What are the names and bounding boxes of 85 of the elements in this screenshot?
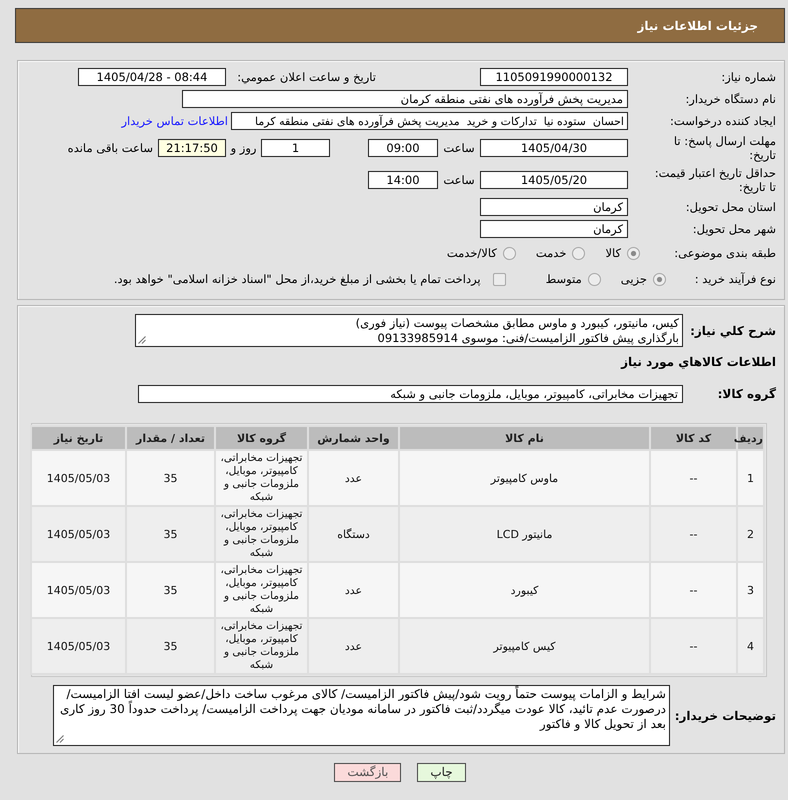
field-label: طبقه بندی موضوعی: (674, 246, 776, 260)
field-label: گروه کالا: (718, 387, 776, 401)
field-label: شرح کلي نیاز: (690, 324, 776, 338)
table-cell: 1405/05/03 (31, 450, 126, 506)
field-label: استان محل تحویل: (686, 200, 776, 214)
radio-button[interactable] (588, 272, 601, 286)
section-title: اطلاعات کالاهاي مورد نیاز (621, 355, 776, 369)
option-label: کالا/خدمت (446, 246, 497, 260)
option-label: کالا (605, 246, 621, 260)
date-field[interactable]: 1405/04/30 (480, 139, 628, 157)
table-cell: تجهیزات مخابراتی، کامپیوتر، موبایل، ملزومات جانبی و شبکه (215, 450, 308, 506)
page-title: جزئیات اطلاعات نیاز (637, 18, 758, 32)
option-label: متوسط (546, 272, 582, 286)
input-field[interactable]: احسان ستوده نیا تدارکات و خرید مدیریت پخش فرآورده های نفتی منطقه کرما (231, 112, 628, 130)
days-field[interactable]: 1 (261, 139, 330, 157)
days-label: روز و (230, 141, 256, 155)
field-label: نوع فرآیند خرید : (694, 272, 776, 286)
table-cell: 1405/05/03 (31, 562, 126, 618)
radio-button[interactable] (502, 246, 516, 260)
table-cell: 35 (126, 618, 215, 674)
table-cell: دستگاه (308, 506, 399, 562)
time-field[interactable]: 14:00 (368, 171, 438, 189)
table-cell: ماوس کامپیوتر (399, 450, 650, 506)
column-header: تاریخ نیاز (31, 426, 126, 450)
table-cell: -- (650, 506, 737, 562)
option-label: جزیی (620, 272, 647, 286)
table-cell: -- (650, 562, 737, 618)
table-cell: تجهیزات مخابراتی، کامپیوتر، موبایل، ملزومات جانبی و شبکه (215, 506, 308, 562)
remaining-time-field[interactable]: 21:17:50 (158, 139, 226, 157)
time-label: ساعت (443, 173, 475, 187)
table-cell: -- (650, 618, 737, 674)
input-field[interactable]: کرمان (480, 220, 628, 238)
column-header: نام کالا (399, 426, 650, 450)
column-header: تعداد / مقدار (126, 426, 215, 450)
field-label: حداقل تاریخ اعتبار قیمت: تا تاریخ: (654, 166, 776, 194)
column-header: واحد شمارش (308, 426, 399, 450)
field-label: تاریخ و ساعت اعلان عمومي: (237, 70, 376, 84)
field-label: شهر محل تحویل: (692, 222, 776, 236)
column-header: ردیف (737, 426, 764, 450)
table-cell: کیبورد (399, 562, 650, 618)
checkbox[interactable] (492, 272, 506, 286)
table-cell: -- (650, 450, 737, 506)
option-label: خدمت (536, 246, 566, 260)
radio-button[interactable] (653, 272, 666, 286)
table-cell: 1405/05/03 (31, 618, 126, 674)
table-cell: 35 (126, 450, 215, 506)
time-label: ساعت (443, 141, 475, 155)
date-field[interactable]: 1405/05/20 (480, 171, 628, 189)
table-cell: عدد (308, 618, 399, 674)
radio-button[interactable] (627, 246, 640, 260)
contact-link[interactable]: اطلاعات تماس خریدار (121, 114, 228, 128)
field-label: نام دستگاه خریدار: (685, 92, 776, 106)
table-cell: 1405/05/03 (31, 506, 126, 562)
remaining-label: ساعت باقی مانده (68, 141, 153, 155)
notes-field[interactable]: شرایط و الزامات پیوست حتماً رویت شود/پیش فاکتور الزامیست/ کالای مرغوب ساخت داخل/عضو لیست افتا الزامیست/ درصورت عدم تائید، کالا عودت میگردد/ثبت فاکتور در سامانه مودیان جهت پرداخت الزامیست/ پرداخت حدوداً 30 روز کاری بعد از تحویل کالا و فاکتور (53, 685, 670, 746)
table-cell: 3 (737, 562, 764, 618)
time-field[interactable]: 09:00 (368, 139, 438, 157)
column-header: گروه کالا (215, 426, 308, 450)
action-button[interactable]: بازگشت (334, 763, 402, 782)
table-cell: 2 (737, 506, 764, 562)
table-cell: 35 (126, 562, 215, 618)
table-cell: کیس کامپیوتر (399, 618, 650, 674)
input-field[interactable]: تجهیزات مخابراتی، کامپیوتر، موبایل، ملزومات جانبی و شبکه (138, 385, 683, 403)
resize-grip-icon[interactable] (138, 336, 146, 344)
table-cell: عدد (308, 450, 399, 506)
table-cell: 35 (126, 506, 215, 562)
table-cell: تجهیزات مخابراتی، کامپیوتر، موبایل، ملزومات جانبی و شبکه (215, 562, 308, 618)
table-cell: تجهیزات مخابراتی، کامپیوتر، موبایل، ملزومات جانبی و شبکه (215, 618, 308, 674)
input-field[interactable]: مدیریت پخش فرآورده های نفتی منطقه کرمان (182, 90, 628, 108)
input-field[interactable]: 1105091990000132 (480, 68, 628, 86)
resize-grip-icon[interactable] (56, 735, 64, 743)
table-cell: 1 (737, 450, 764, 506)
field-label: ایجاد کننده درخواست: (670, 114, 776, 128)
field-label: توضیحات خریدار: (674, 708, 776, 722)
table-cell: مانیتور LCD (399, 506, 650, 562)
checkbox-label: پرداخت تمام یا بخشی از مبلغ خرید،از محل "اسناد خزانه اسلامی" خواهد بود. (114, 272, 481, 286)
input-field[interactable]: 1405/04/28 - 08:44 (78, 68, 226, 86)
description-field[interactable]: کیس، مانیتور، کیبورد و ماوس مطابق مشخصات پیوست (نیاز فوری) بارگذاری پیش فاکتور الزامیست/فنی: موسوی 09133985914 (135, 314, 683, 347)
input-field[interactable]: کرمان (480, 198, 628, 216)
action-button[interactable]: چاپ (417, 763, 466, 782)
table-cell: 4 (737, 618, 764, 674)
field-label: شماره نیاز: (721, 70, 776, 84)
table-cell: عدد (308, 562, 399, 618)
field-label: مهلت ارسال پاسخ: تا تاریخ: (672, 134, 776, 162)
radio-button[interactable] (572, 246, 586, 260)
